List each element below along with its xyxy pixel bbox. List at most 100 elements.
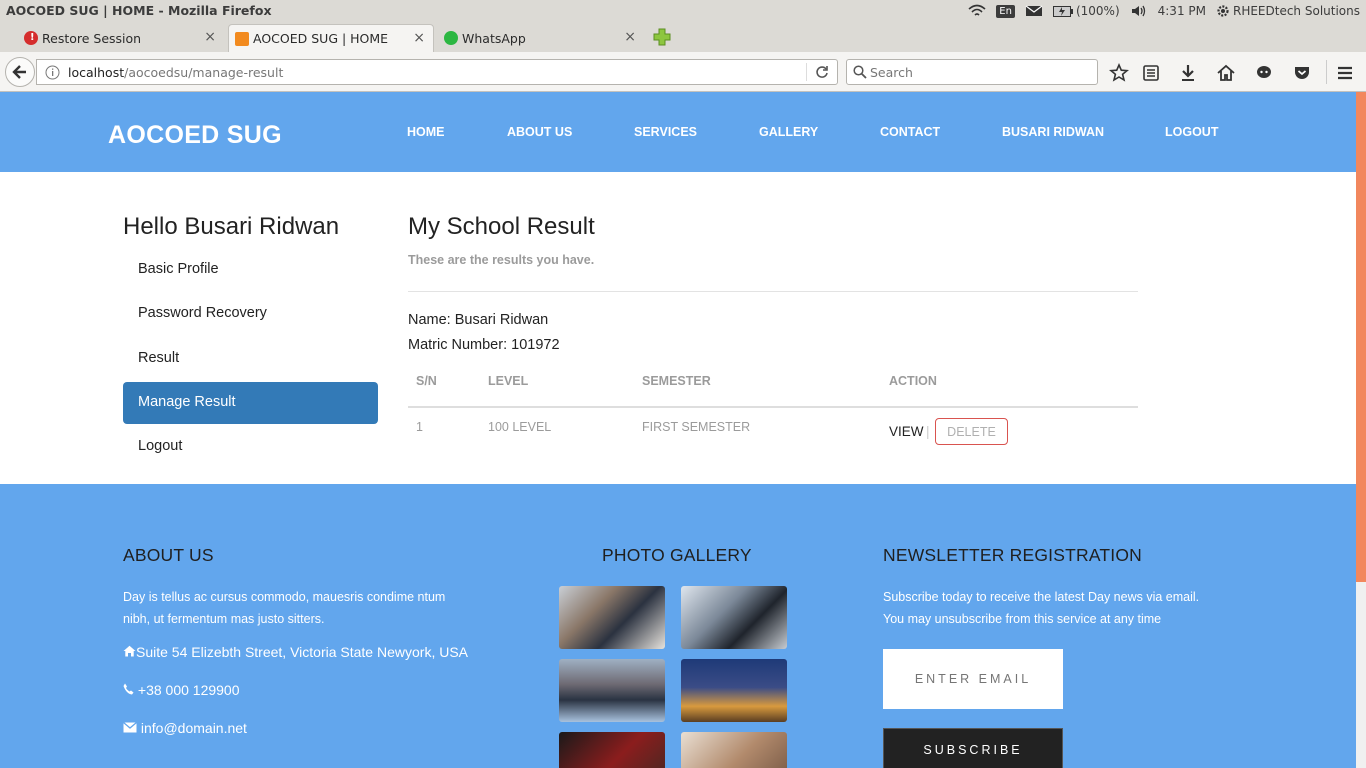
back-button[interactable] [5,57,35,87]
whatsapp-icon [444,31,458,45]
nav-home[interactable]: HOME [407,125,445,139]
divider [408,291,1138,292]
home-icon[interactable] [1216,63,1236,83]
tab-label: Restore Session [42,30,142,46]
home-icon [123,645,136,657]
web-page: AOCOED SUG HOME ABOUT US SERVICES GALLER… [0,92,1356,768]
close-icon[interactable]: × [204,29,216,45]
cell-semester: FIRST SEMESTER [642,420,751,434]
tab-whatsapp[interactable]: WhatsApp × [438,24,644,52]
keyboard-layout-indicator[interactable]: En [996,4,1015,18]
close-icon[interactable]: × [413,30,425,46]
nav-user-profile[interactable]: BUSARI RIDWAN [1002,125,1104,139]
footer-address: Suite 54 Elizebth Street, Victoria State… [123,644,468,660]
search-bar[interactable]: Search [846,59,1098,85]
scrollbar-thumb[interactable] [1356,92,1366,582]
sidebar-item-manage-result[interactable]: Manage Result [123,382,378,424]
sidebar-item-password-recovery[interactable]: Password Recovery [123,293,378,335]
wifi-icon[interactable] [968,4,986,18]
gallery-photo[interactable] [681,586,787,649]
search-icon [853,65,867,79]
toolbar-divider [1326,60,1327,84]
page-subtitle: These are the results you have. [408,253,595,267]
error-icon: ! [24,31,38,45]
url-path: /aocoedsu/manage-result [124,65,284,80]
column-header-semester: SEMESTER [642,374,711,388]
footer-email: info@domain.net [123,720,247,736]
subscribe-button[interactable]: SUBSCRIBE [883,728,1063,768]
download-icon[interactable] [1178,63,1198,83]
footer-phone: +38 000 129900 [123,682,240,698]
info-icon[interactable] [45,65,60,80]
chat-icon[interactable] [1254,63,1274,83]
nav-logout[interactable]: LOGOUT [1165,125,1218,139]
close-icon[interactable]: × [624,29,636,45]
gallery-photo[interactable] [559,586,665,649]
pocket-icon[interactable] [1292,63,1312,83]
tab-aocoed-sug-home[interactable]: AOCOED SUG | HOME × [228,24,434,52]
battery-icon [1052,5,1073,17]
tab-label: AOCOED SUG | HOME [253,31,389,46]
cell-level: 100 LEVEL [488,420,552,434]
gallery-photo[interactable] [559,732,665,768]
column-header-sn: S/N [416,374,437,388]
column-header-action: ACTION [889,374,937,388]
nav-gallery[interactable]: GALLERY [759,125,818,139]
session-menu[interactable]: RHEEDtech Solutions [1216,4,1360,18]
url-divider [806,63,807,81]
greeting-heading: Hello Busari Ridwan [123,213,340,240]
nav-services[interactable]: SERVICES [634,125,697,139]
column-header-level: LEVEL [488,374,529,388]
battery-indicator[interactable]: (100%) [1052,4,1120,18]
tab-label: WhatsApp [462,30,526,46]
phone-text: +38 000 129900 [137,682,240,698]
phone-icon [123,683,134,695]
gallery-photo[interactable] [559,659,665,722]
clock[interactable]: 4:31 PM [1158,4,1206,18]
site-footer: ABOUT US Day is tellus ac cursus commodo… [0,484,1356,768]
search-placeholder: Search [870,65,913,80]
nav-about-us[interactable]: ABOUT US [507,125,572,139]
page-scrollbar[interactable] [1356,92,1366,768]
gallery-photo[interactable] [681,659,787,722]
footer-gallery-heading: PHOTO GALLERY [602,545,752,565]
bookmark-star-icon[interactable] [1109,63,1129,83]
delete-result-button[interactable]: DELETE [935,418,1008,445]
tab-restore-session[interactable]: ! Restore Session × [18,24,224,52]
footer-about-heading: ABOUT US [123,545,214,565]
cell-sn: 1 [416,420,423,434]
page-title: My School Result [408,213,595,240]
site-logo[interactable]: AOCOED SUG [108,121,282,150]
hamburger-menu-icon[interactable] [1335,63,1355,83]
new-tab-plus-icon[interactable] [653,28,671,46]
xampp-icon [235,32,249,46]
volume-icon[interactable] [1130,4,1148,18]
mail-icon[interactable] [1025,4,1043,18]
site-header: AOCOED SUG HOME ABOUT US SERVICES GALLER… [0,92,1356,172]
address-text: Suite 54 Elizebth Street, Victoria State… [136,644,469,660]
reload-icon[interactable] [815,65,829,79]
action-separator: | [926,424,930,439]
newsletter-text-1: Subscribe today to receive the latest Da… [883,590,1200,604]
tab-strip: ! Restore Session × AOCOED SUG | HOME × … [0,22,1366,52]
sidebar-item-basic-profile[interactable]: Basic Profile [123,249,378,291]
address-bar[interactable]: localhost/aocoedsu/manage-result [36,59,838,85]
email-text[interactable]: info@domain.net [141,720,247,736]
gallery-photo[interactable] [681,732,787,768]
window-title: AOCOED SUG | HOME - Mozilla Firefox [6,3,272,18]
sidebar-item-logout[interactable]: Logout [123,426,378,468]
view-result-link[interactable]: VIEW [889,424,924,439]
sidebar-item-result[interactable]: Result [123,338,378,380]
envelope-icon [123,722,137,733]
arrow-left-icon [12,65,26,79]
newsletter-text-2: You may unsubscribe from this service at… [883,612,1162,626]
gear-icon [1217,5,1229,17]
footer-newsletter-heading: NEWSLETTER REGISTRATION [883,545,1143,565]
newsletter-email-input[interactable] [883,649,1063,709]
reading-list-icon[interactable] [1141,63,1161,83]
system-tray: En (100%) 4:31 PM RHEEDtech Solutions [968,2,1360,20]
footer-about-text-1: Day is tellus ac cursus commodo, mauesri… [123,590,446,604]
navigation-toolbar: localhost/aocoedsu/manage-result Search [0,52,1366,92]
nav-contact[interactable]: CONTACT [880,125,940,139]
battery-percent: (100%) [1075,4,1120,18]
